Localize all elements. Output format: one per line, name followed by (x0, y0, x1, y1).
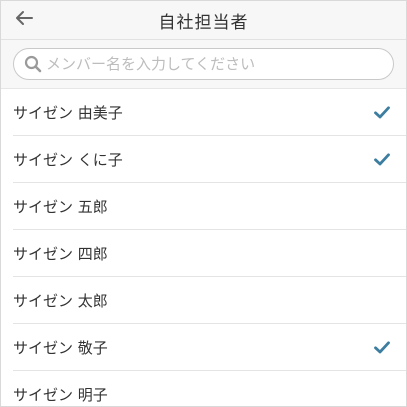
search-box[interactable] (13, 48, 394, 80)
search-bar (1, 40, 406, 89)
member-picker-screen: 自社担当者 サイゼン 由美子 サイゼン くに子 サイゼン 五郎 (0, 0, 407, 407)
member-name: サイゼン 明子 (13, 386, 108, 404)
member-name: サイゼン くに子 (13, 151, 123, 169)
back-button[interactable] (11, 7, 37, 33)
member-row-5[interactable]: サイゼン 敬子 (1, 324, 406, 371)
member-row-3[interactable]: サイゼン 四郎 (1, 230, 406, 277)
arrow-left-icon (14, 10, 34, 30)
member-row-0[interactable]: サイゼン 由美子 (1, 89, 406, 136)
member-name: サイゼン 由美子 (13, 104, 123, 122)
member-list: サイゼン 由美子 サイゼン くに子 サイゼン 五郎 サイゼン 四郎 サイゼン 太 (1, 89, 406, 406)
member-name: サイゼン 太郎 (13, 292, 108, 310)
header-bar: 自社担当者 (1, 1, 406, 40)
check-icon (362, 136, 402, 183)
member-row-1[interactable]: サイゼン くに子 (1, 136, 406, 183)
member-name: サイゼン 敬子 (13, 339, 108, 357)
member-row-4[interactable]: サイゼン 太郎 (1, 277, 406, 324)
check-icon (362, 324, 402, 371)
search-input[interactable] (46, 55, 383, 73)
search-icon (24, 55, 42, 73)
page-title: 自社担当者 (158, 12, 249, 33)
member-name: サイゼン 五郎 (13, 198, 108, 216)
member-row-2[interactable]: サイゼン 五郎 (1, 183, 406, 230)
member-row-6[interactable]: サイゼン 明子 (1, 371, 406, 406)
check-icon (362, 89, 402, 136)
member-name: サイゼン 四郎 (13, 245, 108, 263)
